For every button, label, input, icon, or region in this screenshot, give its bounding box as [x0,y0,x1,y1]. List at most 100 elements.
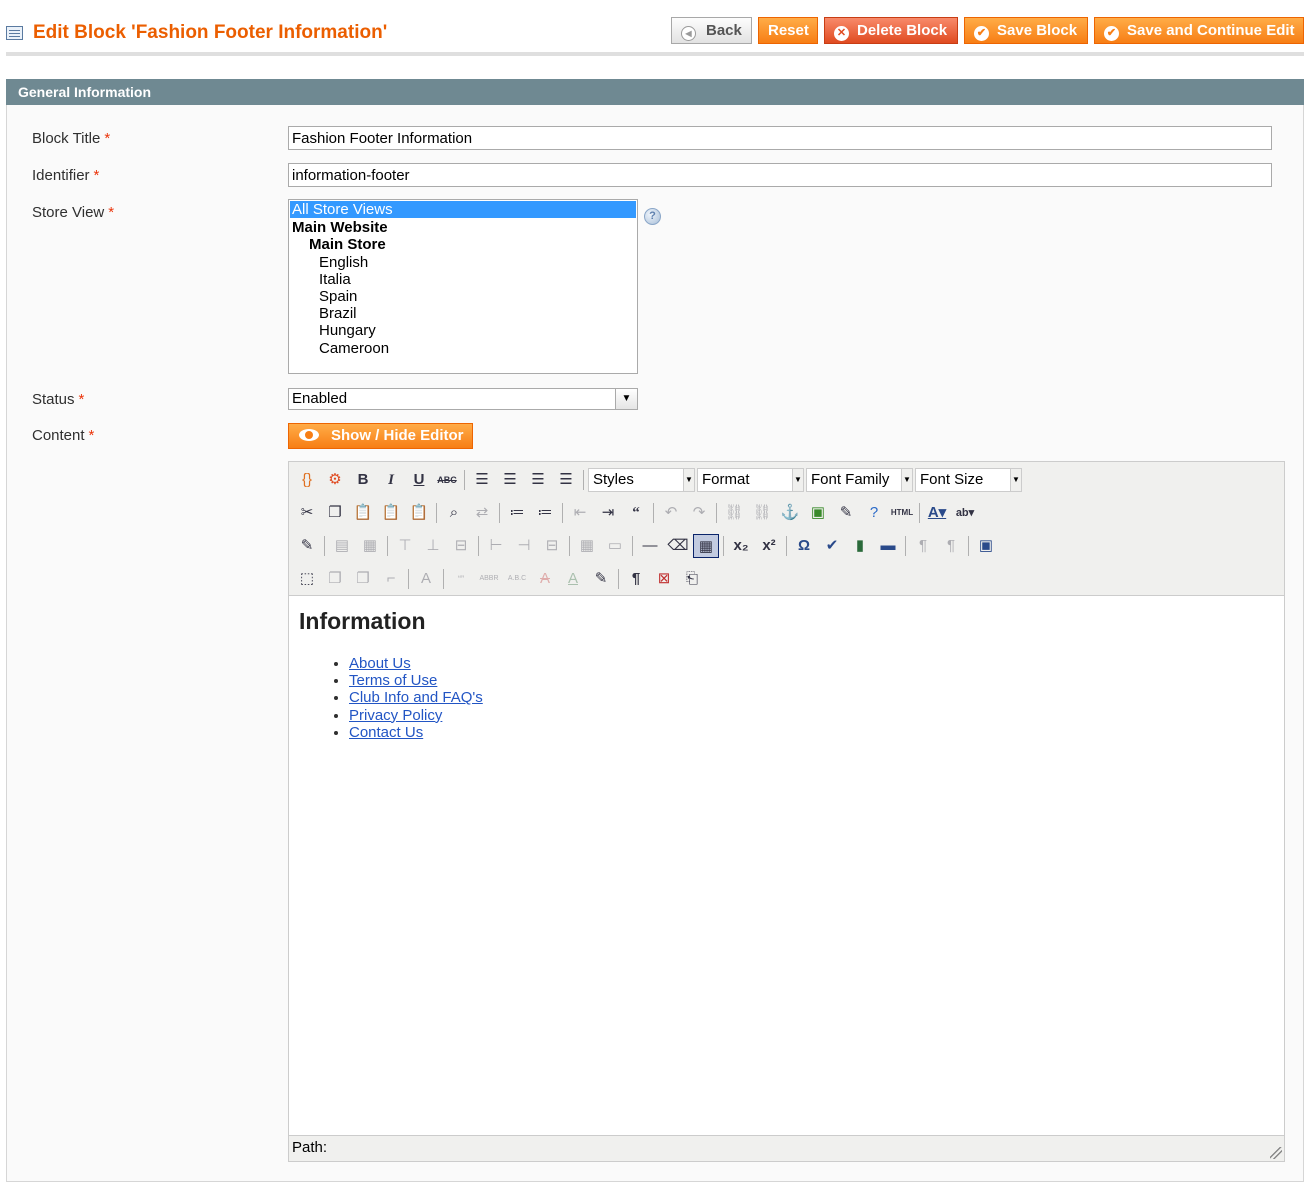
special-char-icon[interactable]: Ω [791,534,817,558]
visual-aid-icon[interactable]: ▦ [693,534,719,558]
paste-text-icon[interactable]: 📋 [378,501,404,525]
format-select[interactable]: Format ▼ [697,468,804,492]
cell-props-icon[interactable]: ▦ [357,534,383,558]
store-view-multiselect[interactable]: All Store Views Main Website Main Store … [288,199,638,374]
acronym-icon[interactable]: A.B.C [504,567,530,591]
store-view-option[interactable]: Spain [289,288,637,305]
numbered-list-icon[interactable]: ≔ [532,501,558,525]
bold-icon[interactable]: B [350,468,376,492]
reset-button[interactable]: Reset [758,17,818,44]
abbr-icon[interactable]: ABBR [476,567,502,591]
bullet-list-icon[interactable]: ≔ [504,501,530,525]
anchor-icon[interactable]: ⚓ [777,501,803,525]
paste-word-icon[interactable]: 📋 [406,501,432,525]
visual-chars-icon[interactable]: ⊠ [651,567,677,591]
insert-variable-icon[interactable]: {} [294,468,320,492]
cite-icon[interactable]: “” [448,567,474,591]
contact-us-link[interactable]: Contact Us [349,724,423,741]
insert-text-icon[interactable]: A [560,567,586,591]
split-cells-icon[interactable]: ▦ [574,534,600,558]
rtl-icon[interactable]: ¶ [938,534,964,558]
store-view-option[interactable]: Brazil [289,305,637,322]
insert-widget-icon[interactable]: ⚙ [322,468,348,492]
underline-icon[interactable]: U [406,468,432,492]
find-icon[interactable]: ⌕ [441,501,467,525]
align-center-icon[interactable]: ☰ [497,468,523,492]
align-right-icon[interactable]: ☰ [525,468,551,492]
move-backward-icon[interactable]: ❐ [350,567,376,591]
insert-row-after-icon[interactable]: ⊥ [420,534,446,558]
cut-icon[interactable]: ✂ [294,501,320,525]
style-props-icon[interactable]: A [413,567,439,591]
row-props-icon[interactable]: ▤ [329,534,355,558]
status-select[interactable]: Enabled ▼ [288,388,638,410]
store-view-option[interactable]: Hungary [289,322,637,339]
store-view-option[interactable]: Italia [289,271,637,288]
html-source-icon[interactable]: HTML [889,501,915,525]
privacy-policy-link[interactable]: Privacy Policy [349,707,442,724]
delete-col-icon[interactable]: ⊟ [539,534,565,558]
back-button[interactable]: ◀ Back [671,17,752,44]
text-color-icon[interactable]: A▾ [924,501,950,525]
delete-block-button[interactable]: ✕ Delete Block [824,17,958,44]
horizontal-rule-icon[interactable]: — [637,534,663,558]
move-forward-icon[interactable]: ❐ [322,567,348,591]
attributes-icon[interactable]: ✎ [588,567,614,591]
copy-icon[interactable]: ❐ [322,501,348,525]
ltr-icon[interactable]: ¶ [910,534,936,558]
delete-row-icon[interactable]: ⊟ [448,534,474,558]
store-view-option[interactable]: English [289,254,637,271]
indent-icon[interactable]: ⇥ [595,501,621,525]
undo-icon[interactable]: ↶ [658,501,684,525]
fullscreen-icon[interactable]: ▣ [973,534,999,558]
club-info-faq-link[interactable]: Club Info and FAQ's [349,689,483,706]
spellcheck-icon[interactable]: ✔ [819,534,845,558]
advanced-hr-icon[interactable]: ▬ [875,534,901,558]
superscript-icon[interactable]: x² [756,534,782,558]
editor-content-area[interactable]: Information About Us Terms of Use Club I… [299,608,1274,741]
font-family-select[interactable]: Font Family ▼ [806,468,913,492]
italic-icon[interactable]: I [378,468,404,492]
delete-text-icon[interactable]: A [532,567,558,591]
replace-icon[interactable]: ⇄ [469,501,495,525]
link-icon[interactable]: ⛓ [721,501,747,525]
subscript-icon[interactable]: x₂ [728,534,754,558]
save-and-continue-button[interactable]: ✔ Save and Continue Edit [1094,17,1304,44]
align-left-icon[interactable]: ☰ [469,468,495,492]
cleanup-icon[interactable]: ✎ [833,501,859,525]
remove-format-icon[interactable]: ⌫ [665,534,691,558]
merge-cells-icon[interactable]: ▭ [602,534,628,558]
styles-select[interactable]: Styles ▼ [588,468,695,492]
font-size-select[interactable]: Font Size ▼ [915,468,1022,492]
store-view-option[interactable]: Cameroon [289,340,637,357]
store-view-option[interactable]: All Store Views [290,201,636,219]
blockquote-icon[interactable]: “ [623,501,649,525]
help-icon[interactable]: ? [644,208,661,225]
redo-icon[interactable]: ↷ [686,501,712,525]
media-icon[interactable]: ▮ [847,534,873,558]
chevron-down-icon[interactable]: ▼ [615,389,637,409]
outdent-icon[interactable]: ⇤ [567,501,593,525]
insert-row-before-icon[interactable]: ⊤ [392,534,418,558]
insert-layer-icon[interactable]: ⬚ [294,567,320,591]
highlight-color-icon[interactable]: ab▾ [952,501,978,525]
save-block-button[interactable]: ✔ Save Block [964,17,1088,44]
identifier-input[interactable] [288,163,1272,187]
page-break-icon[interactable]: ⎗ [679,567,705,591]
insert-col-after-icon[interactable]: ⊣ [511,534,537,558]
show-hide-editor-button[interactable]: Show / Hide Editor [288,423,473,449]
resize-handle-icon[interactable] [1270,1147,1282,1159]
strikethrough-icon[interactable]: ABC [434,468,460,492]
insert-col-before-icon[interactable]: ⊢ [483,534,509,558]
terms-of-use-link[interactable]: Terms of Use [349,672,437,689]
align-justify-icon[interactable]: ☰ [553,468,579,492]
absolute-icon[interactable]: ⌐ [378,567,404,591]
paste-icon[interactable]: 📋 [350,501,376,525]
show-blocks-icon[interactable]: ¶ [623,567,649,591]
block-title-input[interactable] [288,126,1272,150]
about-us-link[interactable]: About Us [349,655,411,672]
table-icon[interactable]: ✎ [294,534,320,558]
insert-image-icon[interactable]: ▣ [805,501,831,525]
unlink-icon[interactable]: ⛓ [749,501,775,525]
help-icon[interactable]: ? [861,501,887,525]
